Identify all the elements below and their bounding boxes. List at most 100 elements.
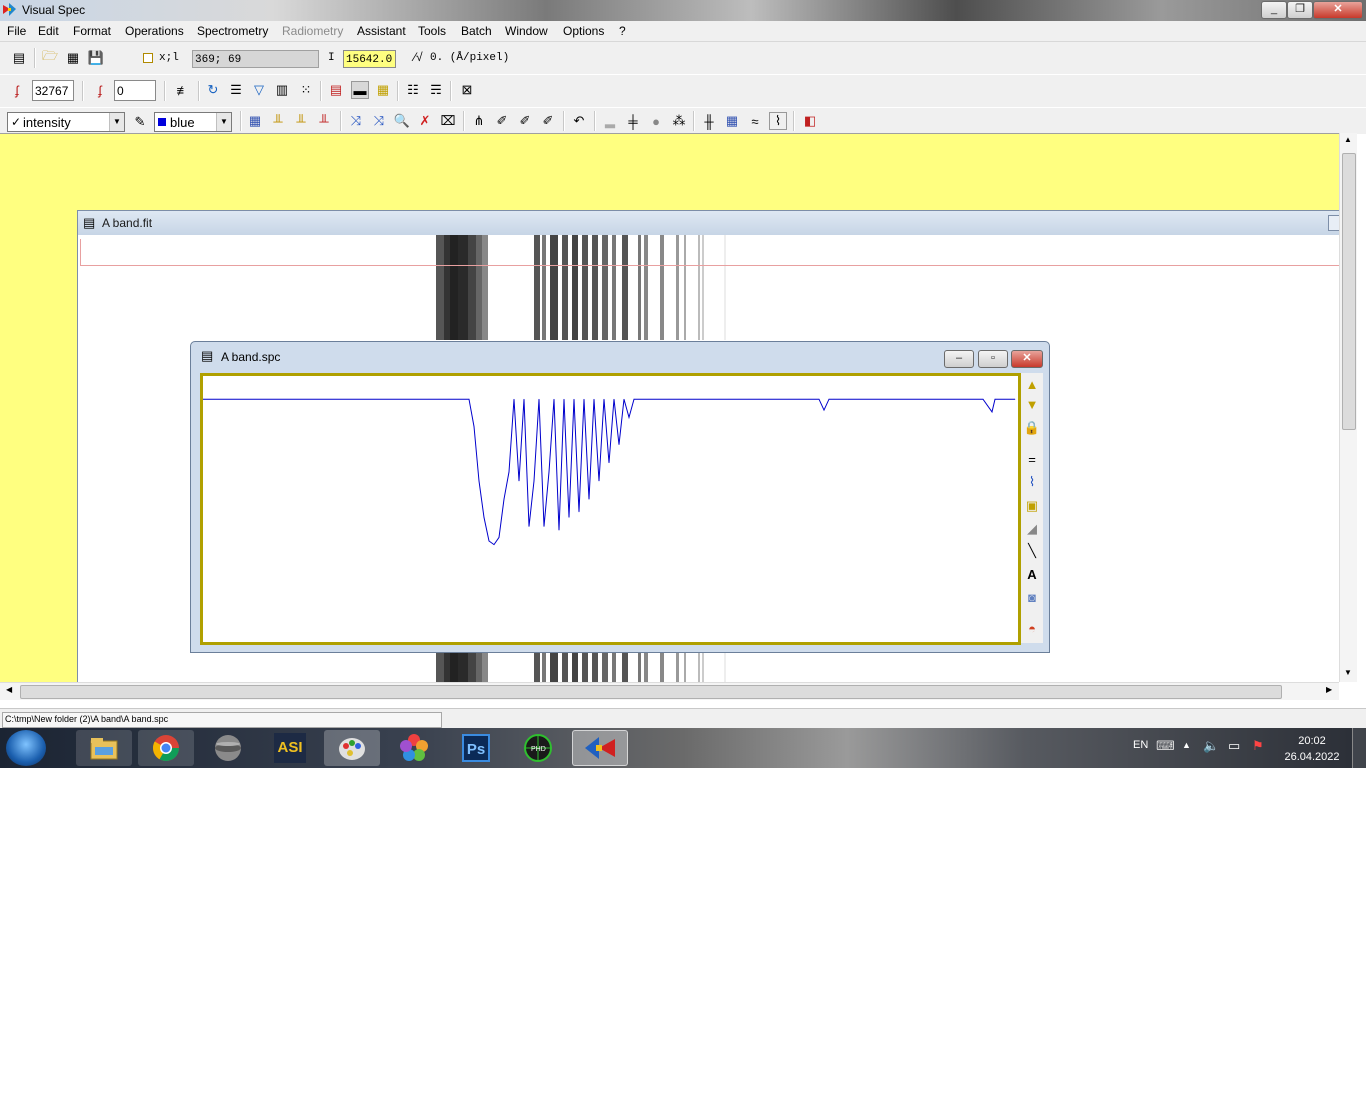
clock[interactable]: 20:02 26.04.2022: [1282, 733, 1342, 765]
transform-icon[interactable]: ⊠: [458, 81, 476, 99]
peaks-icon[interactable]: ╨: [269, 112, 287, 130]
arrow-up-icon[interactable]: ▲: [1023, 375, 1041, 393]
menu-file[interactable]: File: [7, 24, 26, 38]
scroll-up-icon[interactable]: ▲: [1344, 135, 1352, 144]
action-center-icon[interactable]: ⚑: [1252, 738, 1264, 754]
arrow-down-icon[interactable]: ▼: [1023, 395, 1041, 413]
auto-threshold-icon[interactable]: ≢: [174, 81, 192, 99]
chart-grid-icon[interactable]: ▦: [723, 112, 741, 130]
vertical-scrollbar[interactable]: ▲ ▼: [1339, 133, 1357, 682]
open-file-icon[interactable]: 🗁: [41, 48, 59, 67]
fit-window-titlebar[interactable]: ▤ A band.fit: [78, 211, 1339, 235]
photoshop-icon[interactable]: Ps: [448, 730, 504, 766]
line-tool-icon[interactable]: ╲: [1023, 542, 1041, 560]
keyboard-icon[interactable]: ⌨: [1156, 738, 1175, 754]
fit-icon[interactable]: ↶: [570, 112, 588, 130]
menu-window[interactable]: Window: [505, 24, 548, 38]
pencil2-icon[interactable]: ✐: [516, 112, 534, 130]
scroll-down-icon[interactable]: ▼: [1344, 668, 1352, 677]
visualspec-icon[interactable]: [572, 730, 628, 766]
filter-icon[interactable]: ▽: [250, 81, 268, 99]
graph-icon[interactable]: ⌇: [1023, 473, 1041, 491]
save-icon[interactable]: 💾: [87, 49, 105, 67]
rainbow-icon[interactable]: ◓: [1023, 619, 1041, 637]
menu-operations[interactable]: Operations: [125, 24, 184, 38]
calibrate-icon[interactable]: ⤨: [347, 112, 365, 130]
chrome-icon[interactable]: [138, 730, 194, 766]
paint-icon[interactable]: [324, 730, 380, 766]
minimize-button[interactable]: _: [1261, 1, 1287, 19]
equals-icon[interactable]: =: [1023, 450, 1041, 468]
bars-icon[interactable]: ▂: [601, 112, 619, 130]
horizontal-scroll-thumb[interactable]: [20, 685, 1282, 699]
tray-expand-icon[interactable]: ▲: [1182, 740, 1191, 750]
open-spectrum-icon[interactable]: ▦: [64, 49, 82, 67]
peaks3-icon[interactable]: ╨: [315, 112, 333, 130]
clear-icon[interactable]: ✗: [416, 112, 434, 130]
spectrum-line-icon[interactable]: ≈: [746, 112, 764, 130]
histogram-icon[interactable]: ╫: [700, 112, 718, 130]
drop-icon[interactable]: ●: [647, 112, 665, 130]
start-button[interactable]: [6, 730, 46, 766]
scatter-icon[interactable]: ⁂: [670, 112, 688, 130]
binning-icon[interactable]: ▤: [327, 81, 345, 99]
show-desktop-button[interactable]: [1352, 728, 1366, 768]
pencil3-icon[interactable]: ✐: [539, 112, 557, 130]
frame-icon[interactable]: ▣: [1023, 497, 1041, 515]
restore-button[interactable]: [1328, 215, 1339, 231]
paint-icon[interactable]: ✎: [131, 113, 149, 131]
text-tool-icon[interactable]: A: [1023, 565, 1041, 583]
asi-icon[interactable]: ASI: [262, 730, 318, 766]
menu-spectrometry[interactable]: Spectrometry: [197, 24, 268, 38]
maximize-button[interactable]: ❐: [1287, 1, 1313, 19]
intensity-field[interactable]: 15642.0: [343, 50, 396, 68]
table-icon[interactable]: ▦: [246, 112, 264, 130]
spc-close-button[interactable]: ✕: [1011, 350, 1043, 368]
menu-format[interactable]: Format: [73, 24, 111, 38]
max-threshold-input[interactable]: 32767: [32, 80, 74, 101]
vertical-scroll-thumb[interactable]: [1342, 153, 1356, 430]
levels-icon[interactable]: ╪: [624, 112, 642, 130]
calibrate2-icon[interactable]: ⤨: [370, 112, 388, 130]
peaks2-icon[interactable]: ╨: [292, 112, 310, 130]
open-image-icon[interactable]: ▤: [10, 49, 28, 67]
fill-icon[interactable]: ◢: [1023, 520, 1041, 538]
rows-icon[interactable]: ☷: [404, 81, 422, 99]
zoom-icon[interactable]: 🔍: [393, 112, 411, 130]
spc-minimize-button[interactable]: ‒: [944, 350, 974, 368]
grid-icon[interactable]: ⁙: [297, 81, 315, 99]
language-indicator[interactable]: EN: [1133, 739, 1148, 751]
min-threshold-input[interactable]: 0: [114, 80, 156, 101]
stack-icon[interactable]: ▥: [273, 81, 291, 99]
profile-icon[interactable]: ▬: [351, 81, 369, 99]
menu-radiometry[interactable]: Radiometry: [282, 24, 343, 38]
menu-assistant[interactable]: Assistant: [357, 24, 406, 38]
plot-area[interactable]: [200, 373, 1021, 645]
color-select[interactable]: blue ▼: [154, 112, 232, 132]
lines-mark-icon[interactable]: ⋔: [470, 112, 488, 130]
rows-split-icon[interactable]: ☴: [427, 81, 445, 99]
horizontal-scrollbar[interactable]: ◀ ▶: [0, 682, 1339, 700]
profile-select[interactable]: ✓ intensity ▼: [7, 112, 125, 132]
planet-icon[interactable]: [200, 730, 256, 766]
scroll-right-icon[interactable]: ▶: [1326, 685, 1332, 694]
scroll-left-icon[interactable]: ◀: [6, 685, 12, 694]
network-icon[interactable]: ▭: [1228, 738, 1240, 754]
brightness-icon[interactable]: ▦: [374, 81, 392, 99]
refresh-icon[interactable]: ↻: [204, 81, 222, 99]
photos-icon[interactable]: [386, 730, 442, 766]
spc-maximize-button[interactable]: ▫: [978, 350, 1008, 368]
explorer-icon[interactable]: [76, 730, 132, 766]
pencil-icon[interactable]: ✐: [493, 112, 511, 130]
menu-edit[interactable]: Edit: [38, 24, 59, 38]
phd-icon[interactable]: PHD: [510, 730, 566, 766]
plot-icon[interactable]: ⌇: [769, 112, 787, 130]
menu-help[interactable]: ?: [619, 24, 626, 38]
menu-batch[interactable]: Batch: [461, 24, 492, 38]
split-icon[interactable]: ◧: [801, 112, 819, 130]
lines-icon[interactable]: ☰: [227, 81, 245, 99]
menu-options[interactable]: Options: [563, 24, 604, 38]
spectrum-window[interactable]: ▤ A band.spc ‒ ▫ ✕ ▲ ▼ 🔒 = ⌇ ▣ ◢ ╲ A ◙ ◓: [190, 341, 1050, 653]
lock-icon[interactable]: 🔒: [1023, 419, 1041, 437]
volume-icon[interactable]: 🔈: [1203, 738, 1219, 754]
